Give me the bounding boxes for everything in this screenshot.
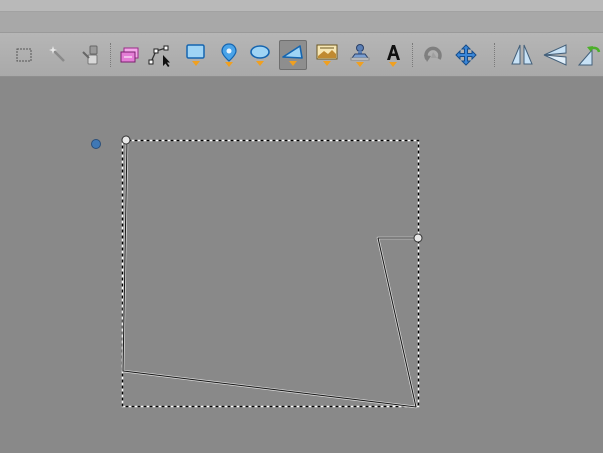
flip-icon (577, 46, 601, 66)
layer-tool[interactable] (116, 40, 144, 70)
skew-tool[interactable] (541, 40, 569, 70)
draw-polygon-tool[interactable] (279, 40, 307, 70)
edit-path-icon (148, 45, 170, 67)
skew-icon (543, 44, 567, 66)
text-icon (387, 45, 400, 67)
rotate-tool[interactable] (419, 40, 447, 70)
rotate-icon (424, 46, 442, 62)
dashed-rectangle-icon (16, 48, 32, 62)
draw-pin-tool[interactable] (215, 40, 243, 70)
toolbar-separator (494, 43, 496, 67)
polygon-shape-icon (282, 45, 303, 66)
toolbar-separator (412, 43, 414, 67)
polygon-shape[interactable] (121, 140, 418, 409)
map-pin-icon (221, 43, 237, 67)
picker-icon (82, 45, 98, 65)
ellipse-shape-icon (250, 45, 270, 66)
main-toolbar (0, 33, 603, 77)
stamp-icon (350, 44, 370, 67)
image-icon (316, 44, 338, 66)
toolbar-separator (110, 43, 112, 67)
magic-wand-icon (49, 46, 65, 62)
menu-bar (0, 12, 603, 33)
drawing-canvas[interactable] (0, 77, 603, 449)
edit-path-tool[interactable] (147, 40, 175, 70)
picker-tool[interactable] (76, 40, 104, 70)
rectangle-select-tool[interactable] (10, 40, 38, 70)
perspective-tool[interactable] (508, 40, 536, 70)
title-bar (0, 0, 603, 12)
draw-rectangle-tool[interactable] (182, 40, 210, 70)
text-tool[interactable] (379, 40, 407, 70)
canvas-surface (91, 135, 423, 409)
move-arrows-icon (455, 44, 477, 66)
image-tool[interactable] (313, 40, 341, 70)
layer-icon (120, 47, 139, 63)
rectangle-shape-icon (186, 44, 205, 66)
flip-tool[interactable] (574, 40, 602, 70)
move-tool[interactable] (452, 40, 480, 70)
vertex-handle[interactable] (413, 233, 423, 243)
vertex-handle[interactable] (121, 135, 131, 145)
anchor-point[interactable] (91, 139, 101, 149)
perspective-icon (511, 44, 533, 65)
magic-wand-tool[interactable] (44, 40, 72, 70)
selection-box (121, 139, 420, 408)
stamp-tool[interactable] (346, 40, 374, 70)
draw-ellipse-tool[interactable] (246, 40, 274, 70)
